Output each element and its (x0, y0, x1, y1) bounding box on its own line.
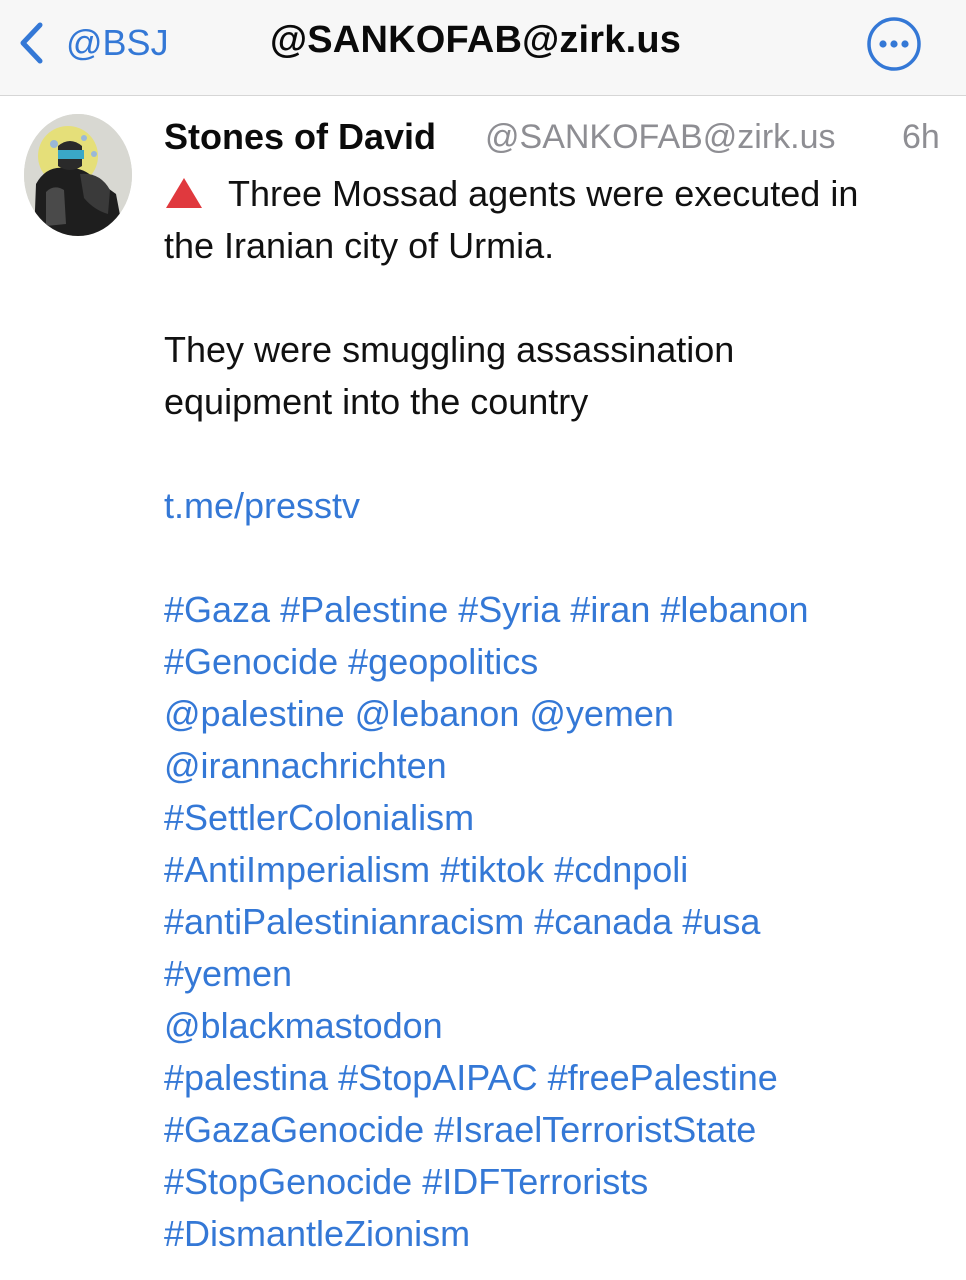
chevron-left-icon (20, 22, 43, 64)
mention-link[interactable]: @lebanon (355, 693, 520, 734)
page-title: @SANKOFAB@zirk.us (270, 19, 682, 61)
hashtag-link[interactable]: #geopolitics (348, 641, 538, 682)
hashtag-line: #Gaza #Palestine #Syria #iran #lebanon (164, 590, 809, 630)
hashtag-line: #StopGenocide #IDFTerrorists (164, 1162, 648, 1202)
ellipsis-circle-icon (867, 17, 921, 71)
hashtag-link[interactable]: #tiktok (440, 849, 544, 890)
post-timestamp: 6h (902, 118, 940, 156)
mention-link[interactable]: @yemen (529, 693, 674, 734)
back-button[interactable]: @BSJ (18, 18, 169, 68)
hashtag-link[interactable]: #StopAIPAC (338, 1057, 537, 1098)
hashtag-link[interactable]: #AntiImperialism (164, 849, 430, 890)
post: Stones of David @SANKOFAB@zirk.us 6h Thr… (0, 96, 966, 1280)
avatar[interactable] (24, 114, 132, 236)
hashtag-link[interactable]: #lebanon (660, 589, 808, 630)
post-text-line: Three Mossad agents were executed in (164, 174, 858, 214)
hashtag-link[interactable]: #freePalestine (548, 1057, 778, 1098)
hashtag-line: #AntiImperialism #tiktok #cdnpoli (164, 850, 688, 890)
more-options-button[interactable] (866, 16, 922, 72)
post-text: Three Mossad agents were executed in (228, 173, 859, 214)
hashtag-link[interactable]: #palestina (164, 1057, 328, 1098)
hashtag-link[interactable]: #StopGenocide (164, 1161, 412, 1202)
hashtag-link[interactable]: #usa (682, 901, 760, 942)
hashtag-line: #yemen (164, 954, 292, 994)
red-triangle-icon (166, 178, 202, 209)
post-link[interactable]: t.me/presstv (164, 486, 360, 526)
hashtag-link[interactable]: #Genocide (164, 641, 338, 682)
author-handle[interactable]: @SANKOFAB@zirk.us (485, 118, 836, 157)
hashtag-link[interactable]: #antiPalestinianracism (164, 901, 524, 942)
hashtag-link[interactable]: #canada (534, 901, 672, 942)
hashtag-line: #palestina #StopAIPAC #freePalestine (164, 1058, 778, 1098)
avatar-image (24, 114, 132, 236)
hashtag-link[interactable]: #yemen (164, 953, 292, 994)
hashtag-link[interactable]: #Gaza (164, 589, 270, 630)
hashtag-line: #GazaGenocide #IsraelTerroristState (164, 1110, 756, 1150)
hashtag-line: @irannachrichten (164, 746, 447, 786)
hashtag-link[interactable]: #IDFTerrorists (422, 1161, 648, 1202)
mention-link[interactable]: @blackmastodon (164, 1005, 443, 1046)
hashtag-link[interactable]: #Palestine (280, 589, 448, 630)
hashtag-line: #DismantleZionism (164, 1214, 470, 1254)
hashtag-link[interactable]: #Syria (458, 589, 560, 630)
hashtag-line: @blackmastodon (164, 1006, 443, 1046)
hashtag-line: #SettlerColonialism (164, 798, 474, 838)
hashtag-link[interactable]: #IsraelTerroristState (434, 1109, 756, 1150)
hashtag-line: #antiPalestinianracism #canada #usa (164, 902, 760, 942)
post-text-line: the Iranian city of Urmia. (164, 225, 555, 266)
navigation-bar: @BSJ @SANKOFAB@zirk.us (0, 0, 966, 96)
mention-link[interactable]: @palestine (164, 693, 345, 734)
back-button-label: @BSJ (66, 22, 169, 63)
post-text-line: They were smuggling assassination (164, 329, 735, 370)
mention-link[interactable]: @irannachrichten (164, 745, 447, 786)
hashtag-link[interactable]: #cdnpoli (554, 849, 688, 890)
post-text-line: equipment into the country (164, 381, 589, 422)
hashtag-line: @palestine @lebanon @yemen (164, 694, 674, 734)
hashtag-link[interactable]: #GazaGenocide (164, 1109, 424, 1150)
hashtag-link[interactable]: #DismantleZionism (164, 1213, 470, 1254)
hashtag-link[interactable]: #SettlerColonialism (164, 797, 474, 838)
hashtag-link[interactable]: #iran (570, 589, 650, 630)
author-name[interactable]: Stones of David (164, 116, 436, 158)
hashtag-line: #Genocide #geopolitics (164, 642, 538, 682)
